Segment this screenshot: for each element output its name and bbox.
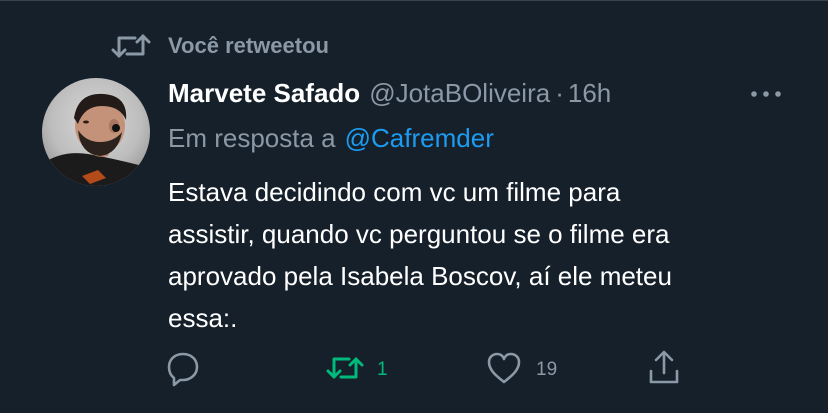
- retweet-icon: [111, 31, 153, 61]
- tweet-text-line: assistir, quando vc perguntou se o filme…: [168, 219, 670, 249]
- more-horizontal-icon: [749, 85, 783, 103]
- reply-button[interactable]: [163, 350, 215, 390]
- display-name[interactable]: Marvete Safado: [168, 78, 360, 109]
- more-options-button[interactable]: [742, 80, 790, 108]
- share-button[interactable]: [644, 350, 696, 390]
- tweet-text-line: aprovado pela Isabela Boscov, aí ele met…: [168, 261, 672, 291]
- user-handle[interactable]: @JotaBOliveira: [369, 78, 550, 109]
- like-count: 19: [536, 359, 558, 380]
- top-divider: [0, 0, 828, 1]
- tweet-header: Marvete Safado @JotaBOliveira · 16h: [168, 76, 611, 110]
- avatar[interactable]: [42, 78, 150, 186]
- retweet-banner[interactable]: Você retweetou: [111, 31, 329, 61]
- like-button[interactable]: 19: [484, 350, 557, 390]
- tweet-text: Estava decidindo com vc um filme para as…: [168, 171, 808, 339]
- tweet-timestamp[interactable]: 16h: [568, 78, 611, 109]
- retweet-count: 1: [377, 359, 388, 380]
- tweet-text-line: Estava decidindo com vc um filme para: [168, 177, 621, 207]
- reply-icon: [163, 348, 203, 393]
- heart-icon: [484, 348, 524, 393]
- tweet-actions: 1 19: [0, 350, 828, 390]
- reply-context: Em resposta a @Cafremder: [168, 120, 494, 156]
- retweet-banner-text: Você retweetou: [168, 33, 329, 58]
- separator-dot: ·: [555, 77, 564, 108]
- tweet-text-line: essa:.: [168, 303, 238, 333]
- retweet-icon: [325, 348, 365, 393]
- reply-mention-link[interactable]: @Cafremder: [345, 123, 494, 154]
- share-icon: [644, 348, 684, 393]
- retweet-button[interactable]: 1: [325, 350, 388, 390]
- reply-prefix: Em resposta a: [168, 122, 336, 153]
